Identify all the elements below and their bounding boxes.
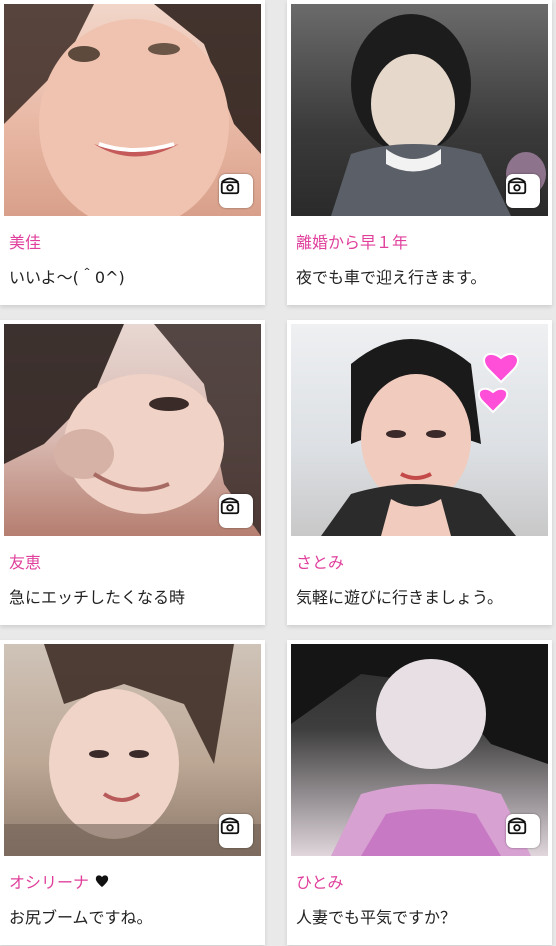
profile-photo[interactable] bbox=[291, 4, 548, 216]
phone-icon bbox=[507, 817, 527, 835]
black-heart-icon bbox=[93, 872, 111, 890]
profile-photo[interactable] bbox=[291, 644, 548, 856]
profile-message: いいよ〜(＾0^) bbox=[9, 268, 125, 287]
phone-icon bbox=[220, 817, 240, 835]
profile-name-text: オシリーナ bbox=[9, 873, 90, 892]
profile-card[interactable]: 美佳 いいよ〜(＾0^) bbox=[0, 0, 265, 305]
profile-card[interactable]: ひとみ 人妻でも平気ですか？ bbox=[287, 640, 552, 945]
phone-button[interactable] bbox=[506, 814, 540, 848]
profile-message: 夜でも車で迎え行きます。 bbox=[296, 268, 487, 287]
profile-photo[interactable] bbox=[4, 324, 261, 536]
pink-heart-icon bbox=[477, 352, 519, 414]
profile-message: 人妻でも平気ですか？ bbox=[296, 908, 457, 927]
profile-photo[interactable] bbox=[4, 4, 261, 216]
profile-message: 気軽に遊びに行きましょう。 bbox=[296, 588, 504, 607]
phone-button[interactable] bbox=[219, 814, 253, 848]
profile-name: 離婚から早１年 bbox=[296, 233, 409, 252]
profile-name: ひとみ bbox=[296, 873, 344, 892]
profile-photo[interactable] bbox=[4, 644, 261, 856]
profile-name: 美佳 bbox=[9, 233, 42, 252]
phone-icon bbox=[220, 497, 240, 515]
phone-icon bbox=[220, 177, 240, 195]
profile-card[interactable]: 離婚から早１年 夜でも車で迎え行きます。 bbox=[287, 0, 552, 305]
phone-button[interactable] bbox=[506, 174, 540, 208]
profile-message: お尻ブームですね。 bbox=[9, 908, 153, 927]
phone-button[interactable] bbox=[219, 494, 253, 528]
profile-message: 急にエッチしたくなる時 bbox=[9, 588, 186, 607]
profile-name: 友恵 bbox=[9, 553, 42, 572]
profile-photo[interactable] bbox=[291, 324, 548, 536]
phone-icon bbox=[507, 177, 527, 195]
profile-card[interactable]: 友恵 急にエッチしたくなる時 bbox=[0, 320, 265, 625]
profile-grid: 美佳 いいよ〜(＾0^) 離婚から早１年 夜でも車で迎え行きます。 友恵 急にエ… bbox=[0, 0, 556, 946]
profile-card[interactable]: さとみ 気軽に遊びに行きましょう。 bbox=[287, 320, 552, 625]
profile-name: オシリーナ bbox=[9, 869, 111, 893]
phone-button[interactable] bbox=[219, 174, 253, 208]
profile-card[interactable]: オシリーナ お尻ブームですね。 bbox=[0, 640, 265, 945]
profile-name: さとみ bbox=[296, 553, 345, 572]
